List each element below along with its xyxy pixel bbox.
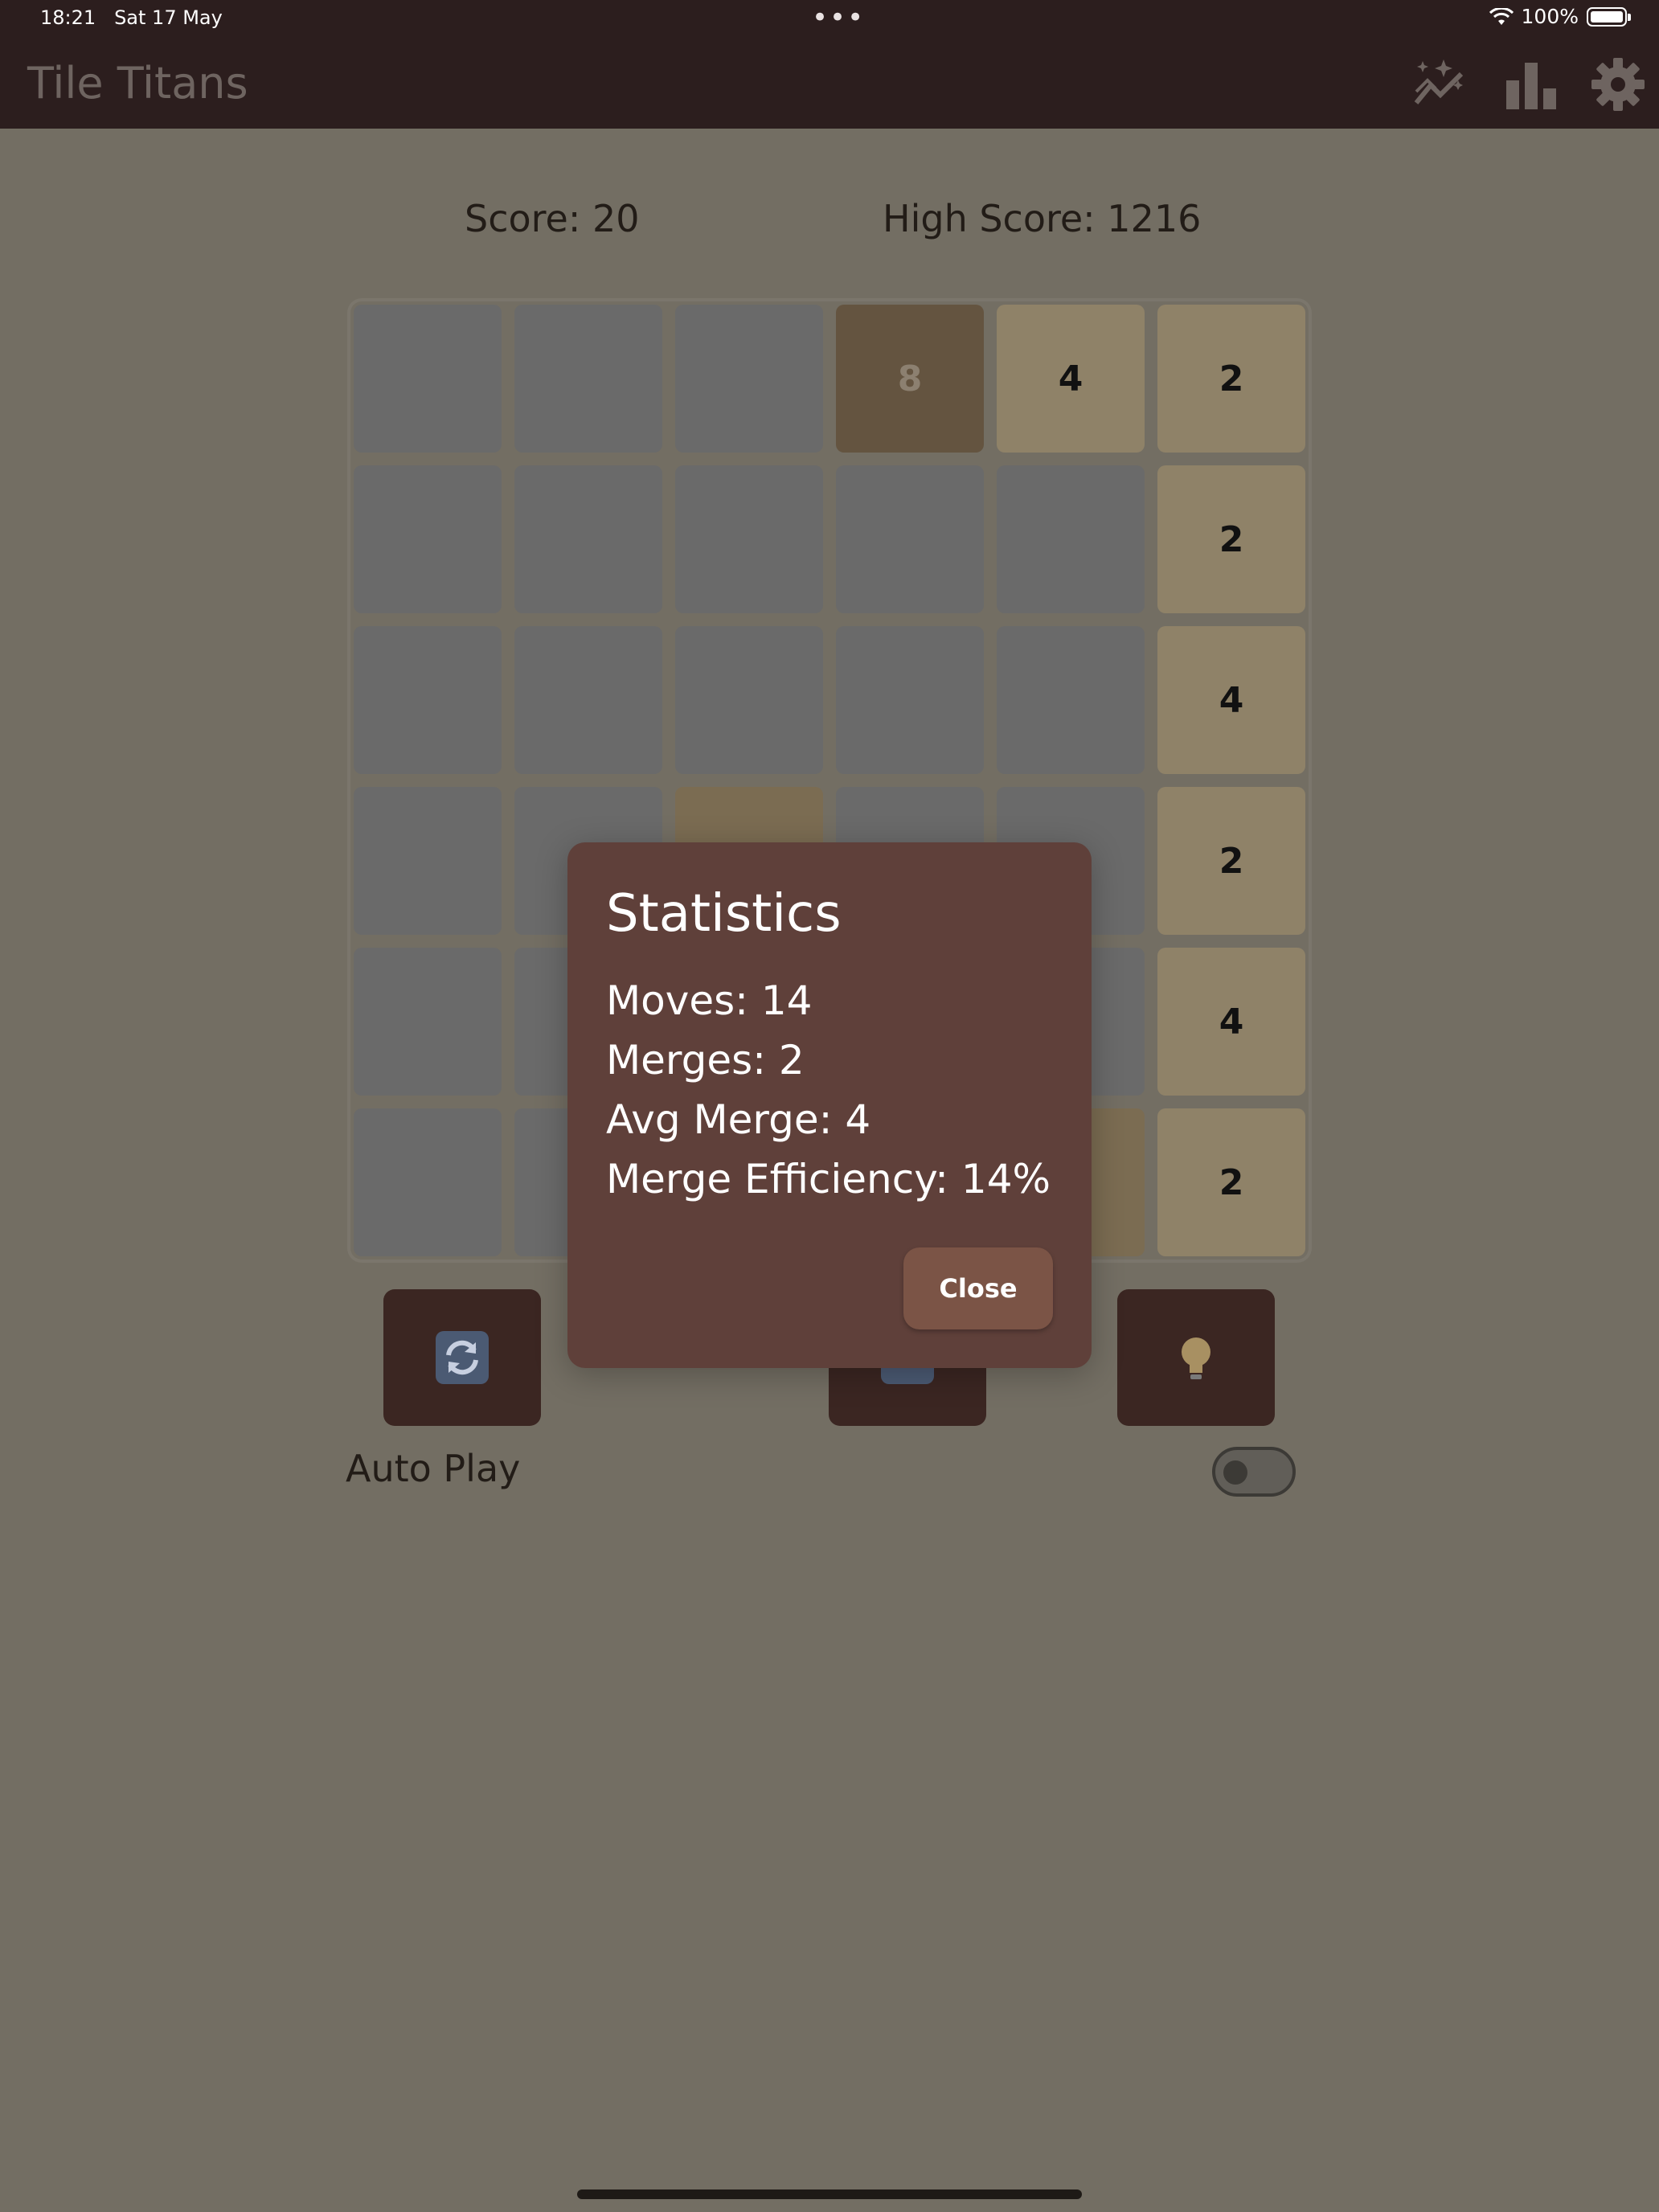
board-cell xyxy=(997,626,1145,774)
restart-icon xyxy=(436,1331,489,1384)
board-cell: 4 xyxy=(1157,948,1305,1096)
board-cell xyxy=(354,465,502,613)
board-cell xyxy=(836,465,984,613)
board-cell: 2 xyxy=(1157,787,1305,935)
board-cell: 2 xyxy=(1157,465,1305,613)
stat-moves: Moves: 14 xyxy=(606,977,813,1024)
board-cell xyxy=(997,465,1145,613)
statistics-dialog: Statistics Moves: 14 Merges: 2 Avg Merge… xyxy=(567,842,1092,1368)
board-cell xyxy=(514,626,662,774)
board-cell xyxy=(514,305,662,453)
app-title: Tile Titans xyxy=(27,58,248,109)
board-cell: 8 xyxy=(836,305,984,453)
board-cell xyxy=(354,1108,502,1256)
gear-icon[interactable] xyxy=(1590,56,1646,113)
multitasking-dots-icon[interactable]: ••• xyxy=(812,2,865,34)
board-cell xyxy=(354,626,502,774)
battery-percent: 100% xyxy=(1521,5,1579,28)
tile-value: 2 xyxy=(1219,1161,1244,1203)
tile-value: 4 xyxy=(1219,679,1244,721)
board-cell: 4 xyxy=(1157,626,1305,774)
auto-play-toggle[interactable] xyxy=(1212,1447,1296,1497)
board-cell xyxy=(675,305,823,453)
hint-button[interactable] xyxy=(1117,1289,1275,1426)
battery-icon xyxy=(1587,6,1631,27)
auto-awesome-chart-icon[interactable] xyxy=(1411,56,1468,113)
tile-value: 2 xyxy=(1219,358,1244,399)
auto-play-label: Auto Play xyxy=(346,1447,521,1490)
board-cell xyxy=(675,465,823,613)
close-button[interactable]: Close xyxy=(903,1247,1053,1329)
board-cell xyxy=(836,626,984,774)
tile-value: 8 xyxy=(897,358,923,399)
home-indicator[interactable] xyxy=(577,2189,1082,2199)
status-bar: 18:21 Sat 17 May ••• 100% xyxy=(0,0,1659,39)
wifi-icon xyxy=(1489,7,1514,25)
board-cell xyxy=(514,465,662,613)
tile-value: 4 xyxy=(1058,358,1083,399)
status-indicators: 100% xyxy=(1489,5,1631,28)
board-cell xyxy=(354,948,502,1096)
dialog-title: Statistics xyxy=(606,884,842,944)
board-cell xyxy=(675,626,823,774)
high-score-label: High Score: 1216 xyxy=(883,197,1202,240)
date-text: Sat 17 May xyxy=(114,6,223,29)
board-cell: 4 xyxy=(997,305,1145,453)
score-label: Score: 20 xyxy=(465,197,640,240)
tile-value: 2 xyxy=(1219,518,1244,560)
board-cell xyxy=(354,787,502,935)
tile-value: 4 xyxy=(1219,1001,1244,1043)
status-time: 18:21 Sat 17 May xyxy=(40,6,223,29)
tile-value: 2 xyxy=(1219,840,1244,882)
time-text: 18:21 xyxy=(40,6,96,29)
stat-merge-efficiency: Merge Efficiency: 14% xyxy=(606,1156,1051,1202)
bar-chart-icon[interactable] xyxy=(1503,56,1559,113)
board-cell: 2 xyxy=(1157,305,1305,453)
hint-bulb-icon xyxy=(1182,1337,1210,1379)
app-bar: Tile Titans xyxy=(0,39,1659,129)
board-cell: 2 xyxy=(1157,1108,1305,1256)
restart-button[interactable] xyxy=(383,1289,541,1426)
board-cell xyxy=(354,305,502,453)
toggle-knob xyxy=(1223,1460,1247,1485)
stat-avg-merge: Avg Merge: 4 xyxy=(606,1096,871,1143)
stat-merges: Merges: 2 xyxy=(606,1037,805,1083)
